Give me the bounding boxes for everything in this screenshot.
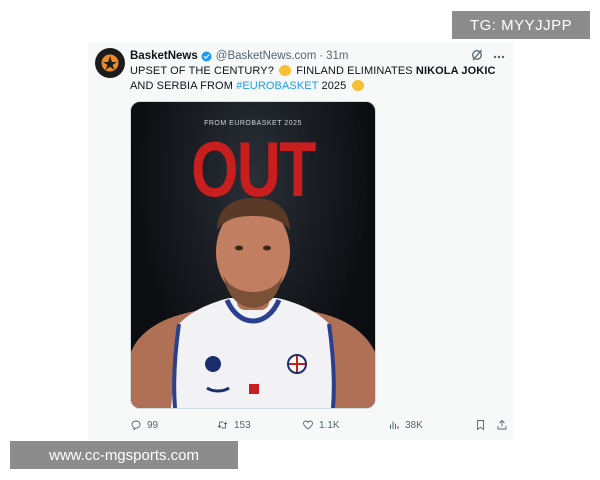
tweet-actions-bar: 99 153 1.1K 38K <box>130 415 508 435</box>
bookmark-icon[interactable] <box>475 419 486 431</box>
mention-nikola-jokic: NIKOLA JOKIC <box>415 65 496 77</box>
grok-icon[interactable] <box>471 49 483 64</box>
views-count: 38K <box>405 419 423 431</box>
tweet-card[interactable]: BasketNews @BasketNews.com · 31m UPSET O… <box>88 42 513 440</box>
reply-icon <box>131 420 141 431</box>
timestamp[interactable]: 31m <box>326 50 348 62</box>
views-button[interactable]: 38K <box>388 419 474 431</box>
verified-badge-icon <box>201 51 212 62</box>
site-watermark: www.cc-mgsports.com <box>10 441 238 469</box>
repost-icon <box>217 421 228 429</box>
reply-count: 99 <box>147 419 159 431</box>
reply-button[interactable]: 99 <box>130 419 216 431</box>
repost-count: 153 <box>234 419 251 431</box>
display-name[interactable]: BasketNews <box>130 50 198 62</box>
scream-emoji-icon <box>279 65 292 76</box>
heart-icon <box>303 420 313 430</box>
tweet-text: UPSET OF THE CENTURY? FINLAND ELIMINATES… <box>130 65 496 92</box>
avatar[interactable] <box>95 48 125 78</box>
header-separator: · <box>319 50 324 62</box>
telegram-watermark: TG: MYYJJPP <box>452 11 590 39</box>
like-button[interactable]: 1.1K <box>302 419 388 431</box>
basketnews-logo-icon <box>101 54 119 72</box>
more-options-icon[interactable] <box>493 50 505 62</box>
repost-button[interactable]: 153 <box>216 419 302 431</box>
player-portrait <box>131 198 375 408</box>
like-count: 1.1K <box>319 419 340 431</box>
share-icon[interactable] <box>496 419 508 431</box>
hashtag-link[interactable]: #EUROBASKET <box>236 80 318 92</box>
tweet-header: BasketNews @BasketNews.com · 31m <box>130 48 505 64</box>
tweet-media-image[interactable]: FROM EUROBASKET 2025 OUT <box>130 101 376 409</box>
astonished-emoji-icon <box>351 80 364 91</box>
user-handle[interactable]: @BasketNews.com <box>216 50 317 62</box>
views-chart-icon <box>390 421 399 429</box>
